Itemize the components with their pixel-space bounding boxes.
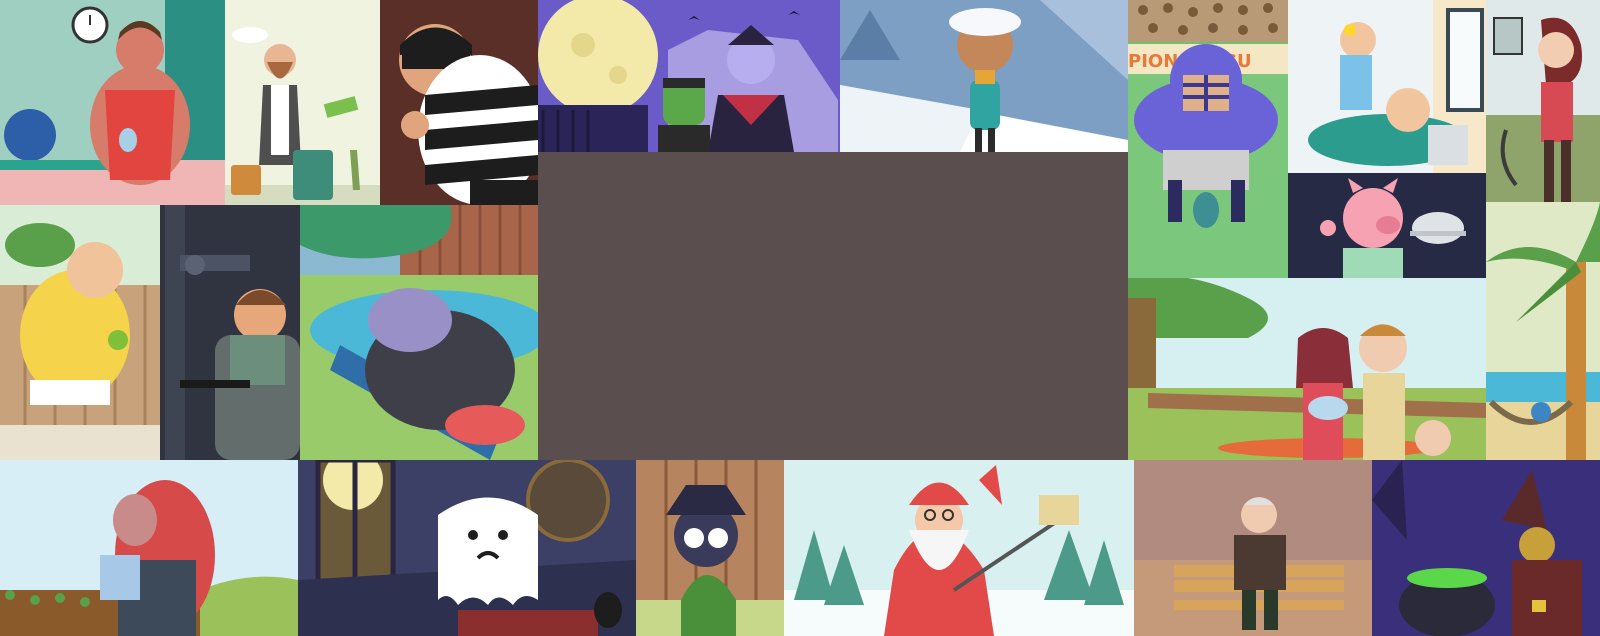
tile-family-baby[interactable] bbox=[1128, 278, 1486, 460]
football-player-illustration: PION LEAGU bbox=[1128, 0, 1288, 278]
tile-detective-dog[interactable] bbox=[636, 460, 784, 636]
tile-witch-cauldron[interactable] bbox=[1372, 460, 1600, 636]
traveler-illustration bbox=[225, 27, 380, 205]
hammock-palm-illustration bbox=[1486, 202, 1600, 460]
tile-ghost[interactable] bbox=[298, 460, 636, 636]
tile-halloween-vampire[interactable] bbox=[538, 0, 840, 152]
tile-snowy-boy[interactable] bbox=[840, 0, 1128, 152]
tile-burglar[interactable] bbox=[380, 0, 538, 205]
snowy-boy-illustration bbox=[840, 0, 1128, 152]
tile-pig-waiter[interactable] bbox=[1288, 173, 1486, 278]
tile-gym-weightlifter[interactable] bbox=[0, 0, 225, 205]
tile-football-player[interactable]: PION LEAGU bbox=[1128, 0, 1288, 278]
burglar-illustration bbox=[399, 24, 538, 205]
tile-fat-man-eating[interactable] bbox=[0, 205, 160, 460]
farmer-watering-illustration bbox=[0, 480, 298, 636]
old-man-bench-illustration bbox=[1134, 497, 1372, 636]
tile-hammock-palm[interactable] bbox=[1486, 202, 1600, 460]
gym-weightlifter-illustration bbox=[0, 0, 225, 205]
tile-woman-vacuum[interactable] bbox=[1486, 0, 1600, 202]
pig-waiter-illustration bbox=[1320, 178, 1466, 278]
tile-dentist-patient[interactable] bbox=[1288, 0, 1486, 173]
tile-farmer-watering[interactable] bbox=[0, 460, 298, 636]
illustration-mosaic: PION LEAGU bbox=[0, 0, 1600, 636]
dentist-illustration bbox=[1308, 0, 1486, 173]
center-empty-panel bbox=[538, 152, 1128, 460]
tile-santa-selfie[interactable] bbox=[784, 460, 1134, 636]
detective-dog-illustration bbox=[636, 460, 784, 636]
family-baby-illustration bbox=[1128, 278, 1486, 460]
tile-hippo-pool[interactable] bbox=[300, 205, 538, 460]
plumber-illustration bbox=[165, 205, 300, 460]
tile-old-man-bench[interactable] bbox=[1134, 460, 1372, 636]
hippo-pool-illustration bbox=[300, 205, 538, 460]
vampire-frankenstein-illustration bbox=[538, 0, 838, 152]
ghost-illustration bbox=[298, 460, 636, 636]
tile-plumber[interactable] bbox=[160, 205, 300, 460]
fat-man-eating-illustration bbox=[0, 223, 160, 460]
woman-vacuum-illustration bbox=[1486, 17, 1600, 202]
santa-selfie-illustration bbox=[784, 465, 1134, 636]
witch-cauldron-illustration bbox=[1372, 460, 1582, 636]
tile-traveler-ticket[interactable] bbox=[225, 0, 380, 205]
